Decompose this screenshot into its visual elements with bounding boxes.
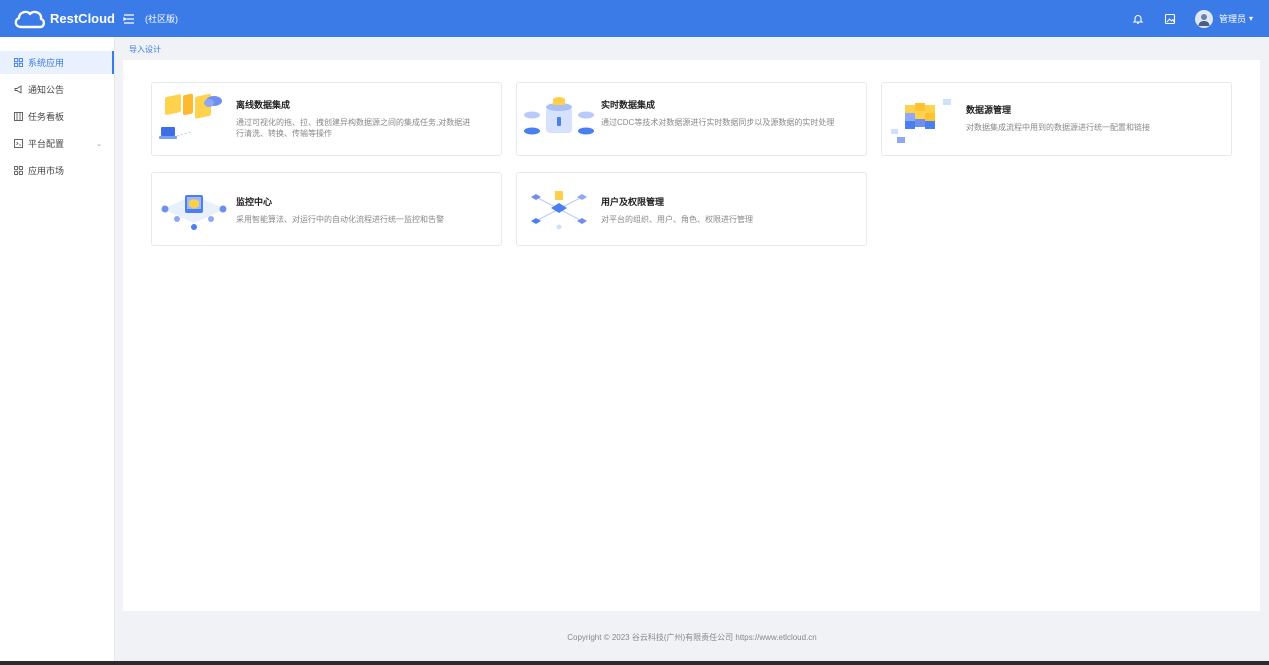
card-title: 用户及权限管理 — [601, 197, 665, 207]
card-title: 离线数据集成 — [236, 100, 291, 110]
sidebar-item-notices[interactable]: 通知公告 — [0, 78, 114, 101]
notification-button[interactable] — [1131, 12, 1145, 26]
board-icon — [13, 112, 23, 122]
sidebar-item-label: 平台配置 — [28, 139, 65, 149]
sidebar-item-label: 系统应用 — [28, 58, 65, 68]
sidebar-item-app-market[interactable]: 应用市场 — [0, 159, 114, 182]
sidebar-item-label: 通知公告 — [28, 85, 65, 95]
card-description: 采用智能算法、对运行中的自动化流程进行统一监控和告警 — [236, 215, 444, 224]
sidebar: 系统应用 通知公告 任务看板 平台配置 ⌄ 应用市场 — [0, 37, 115, 665]
sidebar-item-platform-config[interactable]: 平台配置 ⌄ — [0, 132, 114, 155]
sidebar-item-label: 应用市场 — [28, 166, 65, 176]
card-realtime-integration[interactable]: 实时数据集成 通过CDC等技术对数据源进行实时数据同步以及源数据的实时处理 — [516, 82, 867, 156]
etl-illustration — [152, 83, 236, 155]
card-datasource-management[interactable]: 数据源管理 对数据集成流程中用到的数据源进行统一配置和链接 — [881, 82, 1232, 156]
card-description: 对平台的组织、用户、角色、权限进行管理 — [601, 215, 753, 224]
sidebar-item-task-board[interactable]: 任务看板 — [0, 105, 114, 128]
footer-copyright: Copyright © 2023 谷云科技(广州)有限责任公司 https://… — [567, 633, 817, 642]
card-offline-integration[interactable]: 离线数据集成 通过可视化的拖、拉、拽创建异构数据源之间的集成任务,对数据进行清洗… — [151, 82, 502, 156]
brand-name: RestCloud — [50, 11, 115, 26]
terminal-icon — [13, 139, 23, 149]
card-description: 通过可视化的拖、拉、拽创建异构数据源之间的集成任务,对数据进行清洗、转换、传输等… — [236, 118, 471, 138]
bell-icon — [1132, 14, 1144, 24]
breadcrumb[interactable]: 导入设计 — [129, 44, 161, 55]
megaphone-icon — [13, 85, 23, 95]
sidebar-item-label: 任务看板 — [28, 112, 65, 122]
top-bar: RestCloud (社区版) 管理员 ▾ — [0, 0, 1269, 37]
apps-icon — [13, 166, 23, 176]
avatar[interactable] — [1194, 9, 1213, 28]
username-label: 管理员 — [1218, 14, 1246, 24]
card-title: 监控中心 — [236, 197, 273, 207]
users-network-illustration — [517, 173, 601, 245]
main-content: 离线数据集成 通过可视化的拖、拉、拽创建异构数据源之间的集成任务,对数据进行清洗… — [123, 60, 1260, 611]
image-icon — [1164, 13, 1176, 24]
caret-down-icon: ▾ — [1248, 14, 1253, 23]
card-description: 通过CDC等技术对数据源进行实时数据同步以及源数据的实时处理 — [601, 118, 835, 127]
bottom-bar — [0, 661, 1269, 665]
user-menu[interactable]: 管理员 ▾ — [1219, 12, 1253, 25]
edition-label: (社区版) — [145, 14, 178, 24]
database-sync-illustration — [517, 83, 601, 155]
card-user-permission-management[interactable]: 用户及权限管理 对平台的组织、用户、角色、权限进行管理 — [516, 172, 867, 246]
cloud-logo-icon — [14, 10, 46, 28]
menu-icon — [123, 13, 134, 24]
card-title: 数据源管理 — [966, 105, 1012, 115]
card-monitoring-center[interactable]: 监控中心 采用智能算法、对运行中的自动化流程进行统一监控和告警 — [151, 172, 502, 246]
card-description: 对数据集成流程中用到的数据源进行统一配置和链接 — [966, 123, 1150, 132]
user-avatar-icon — [1198, 13, 1210, 26]
menu-toggle-button[interactable] — [123, 13, 135, 25]
sidebar-item-system-apps[interactable]: 系统应用 — [0, 51, 114, 74]
logo[interactable]: RestCloud — [0, 8, 115, 30]
monitor-illustration — [152, 173, 236, 245]
datasource-blocks-illustration — [882, 83, 966, 155]
card-title: 实时数据集成 — [601, 100, 656, 110]
grid-icon — [13, 58, 23, 68]
chevron-down-icon: ⌄ — [96, 140, 102, 148]
screen-button[interactable] — [1163, 12, 1177, 26]
